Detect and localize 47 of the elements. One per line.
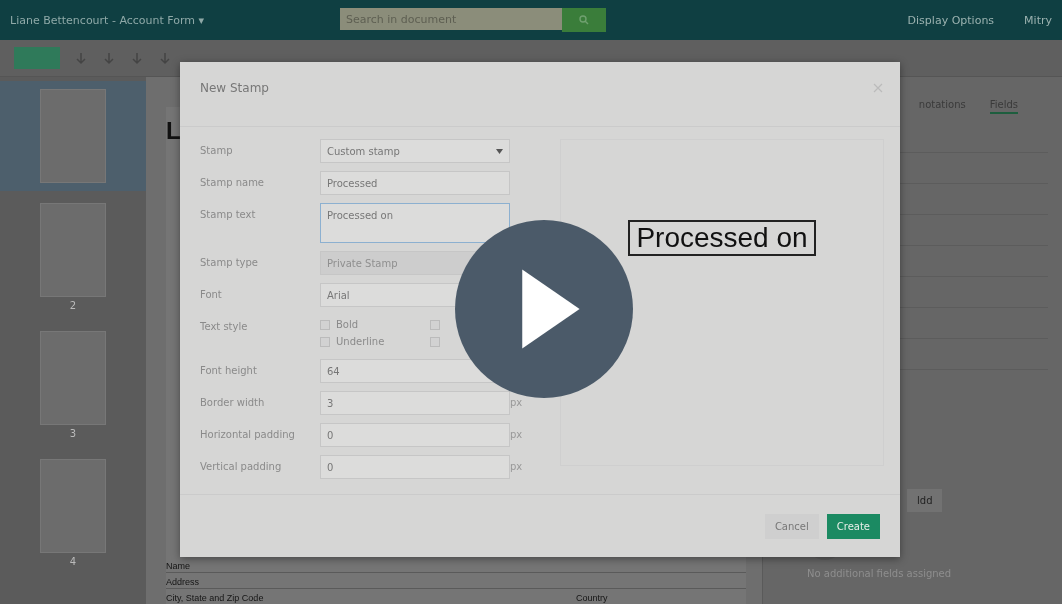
field-label: Vertical padding [200,460,283,474]
page-thumbnail[interactable]: 3 [0,323,146,447]
unit-label: px [510,396,524,410]
form-label: Name [166,561,191,571]
form-label: Address [166,577,201,587]
form-label: City, State and Zip Code [166,593,265,603]
field-label: Stamp text [200,208,257,222]
toolbar-icon[interactable] [158,51,172,65]
toolbar-icon[interactable] [102,51,116,65]
caret-icon [496,148,503,154]
field-label: Stamp type [200,256,259,270]
document-heading: L [166,117,182,145]
play-overlay[interactable] [455,220,633,398]
dialog-title: New Stamp [200,81,269,95]
document-title[interactable]: Liane Bettencourt - Account Form ▾ [10,13,310,27]
field-label: Font height [200,364,258,378]
add-button[interactable] [14,47,60,69]
unit-label: px [510,460,524,474]
checkbox[interactable]: Underline [320,336,430,347]
cancel-button[interactable]: Cancel [764,513,819,539]
input-field[interactable]: 3 [320,391,510,415]
toolbar-icon[interactable] [130,51,144,65]
field-label: Font [200,288,223,302]
field-label: Stamp [200,144,234,158]
form-label: Country [576,593,608,603]
page-thumbnail[interactable]: 4 [0,451,146,575]
add-field-button[interactable]: ldd [907,489,943,512]
text-area[interactable]: Processed on [320,203,510,243]
input-field[interactable]: 0 [320,455,510,479]
search-icon [579,15,589,25]
toolbar-icon[interactable] [74,51,88,65]
select-field[interactable]: Custom stamp [320,139,510,163]
field-label: Horizontal padding [200,428,296,442]
input-field[interactable]: Processed [320,171,510,195]
create-button[interactable]: Create [826,513,880,539]
field-label: Text style [200,320,249,334]
input-field[interactable]: 0 [320,423,510,447]
page-thumbnail[interactable]: 2 [0,195,146,319]
menu-item[interactable]: Mitry [1024,13,1052,27]
search-button[interactable] [562,8,606,32]
unit-label: px [510,428,524,442]
checkbox[interactable]: Bold [320,319,430,330]
field-label: Border width [200,396,266,410]
close-icon[interactable] [872,82,884,94]
page-thumbnail[interactable] [0,81,146,191]
field-label: Stamp name [200,176,266,190]
menu-item[interactable]: Display Options [907,13,995,27]
